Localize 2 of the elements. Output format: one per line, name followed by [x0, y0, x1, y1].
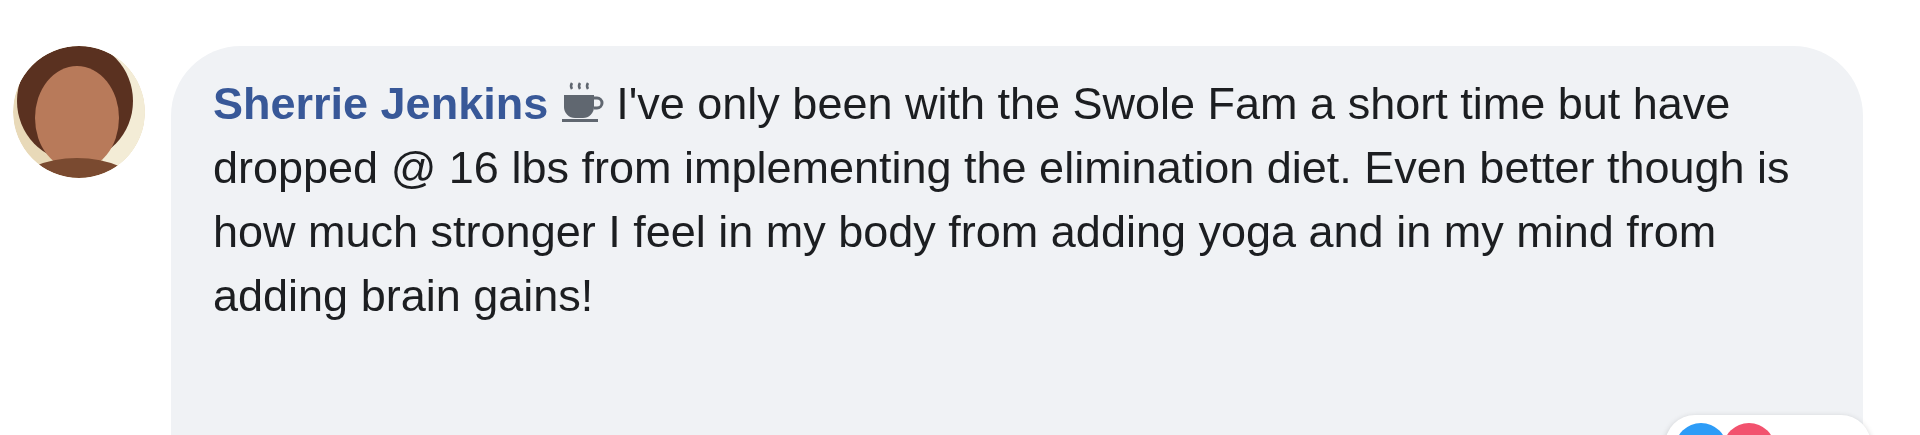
author-link[interactable]: Sherrie Jenkins: [213, 78, 549, 129]
comment-text: Sherrie Jenkins I've only been with the Swole Fam a short time but have dropped @ 16 lbs from implementing the elimination diet. Even better though is how much stronger I feel in my body from adding yoga and in my mind from adding brain gains!: [213, 77, 1791, 323]
